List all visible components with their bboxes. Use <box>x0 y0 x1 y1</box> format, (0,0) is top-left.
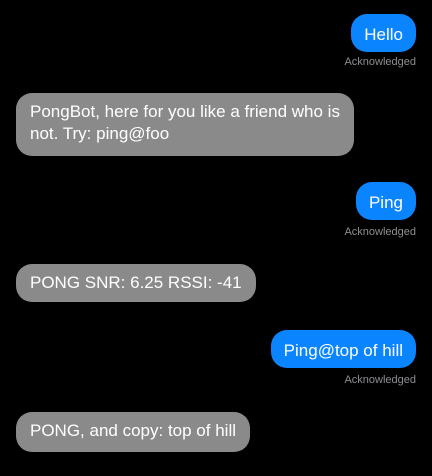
message-bubble-incoming[interactable]: PongBot, here for you like a friend who … <box>16 93 354 156</box>
message-bubble-outgoing[interactable]: Hello <box>351 14 416 52</box>
message-status: Acknowledged <box>344 374 416 386</box>
message-bubble-incoming[interactable]: PONG SNR: 6.25 RSSI: -41 <box>16 264 256 302</box>
message-bubble-incoming[interactable]: PONG, and copy: top of hill <box>16 412 250 452</box>
message-bubble-outgoing[interactable]: Ping <box>355 182 416 220</box>
message-bubble-outgoing[interactable]: Ping@top of hill <box>270 330 416 368</box>
message-status: Acknowledged <box>344 56 416 68</box>
message-status: Acknowledged <box>344 226 416 238</box>
